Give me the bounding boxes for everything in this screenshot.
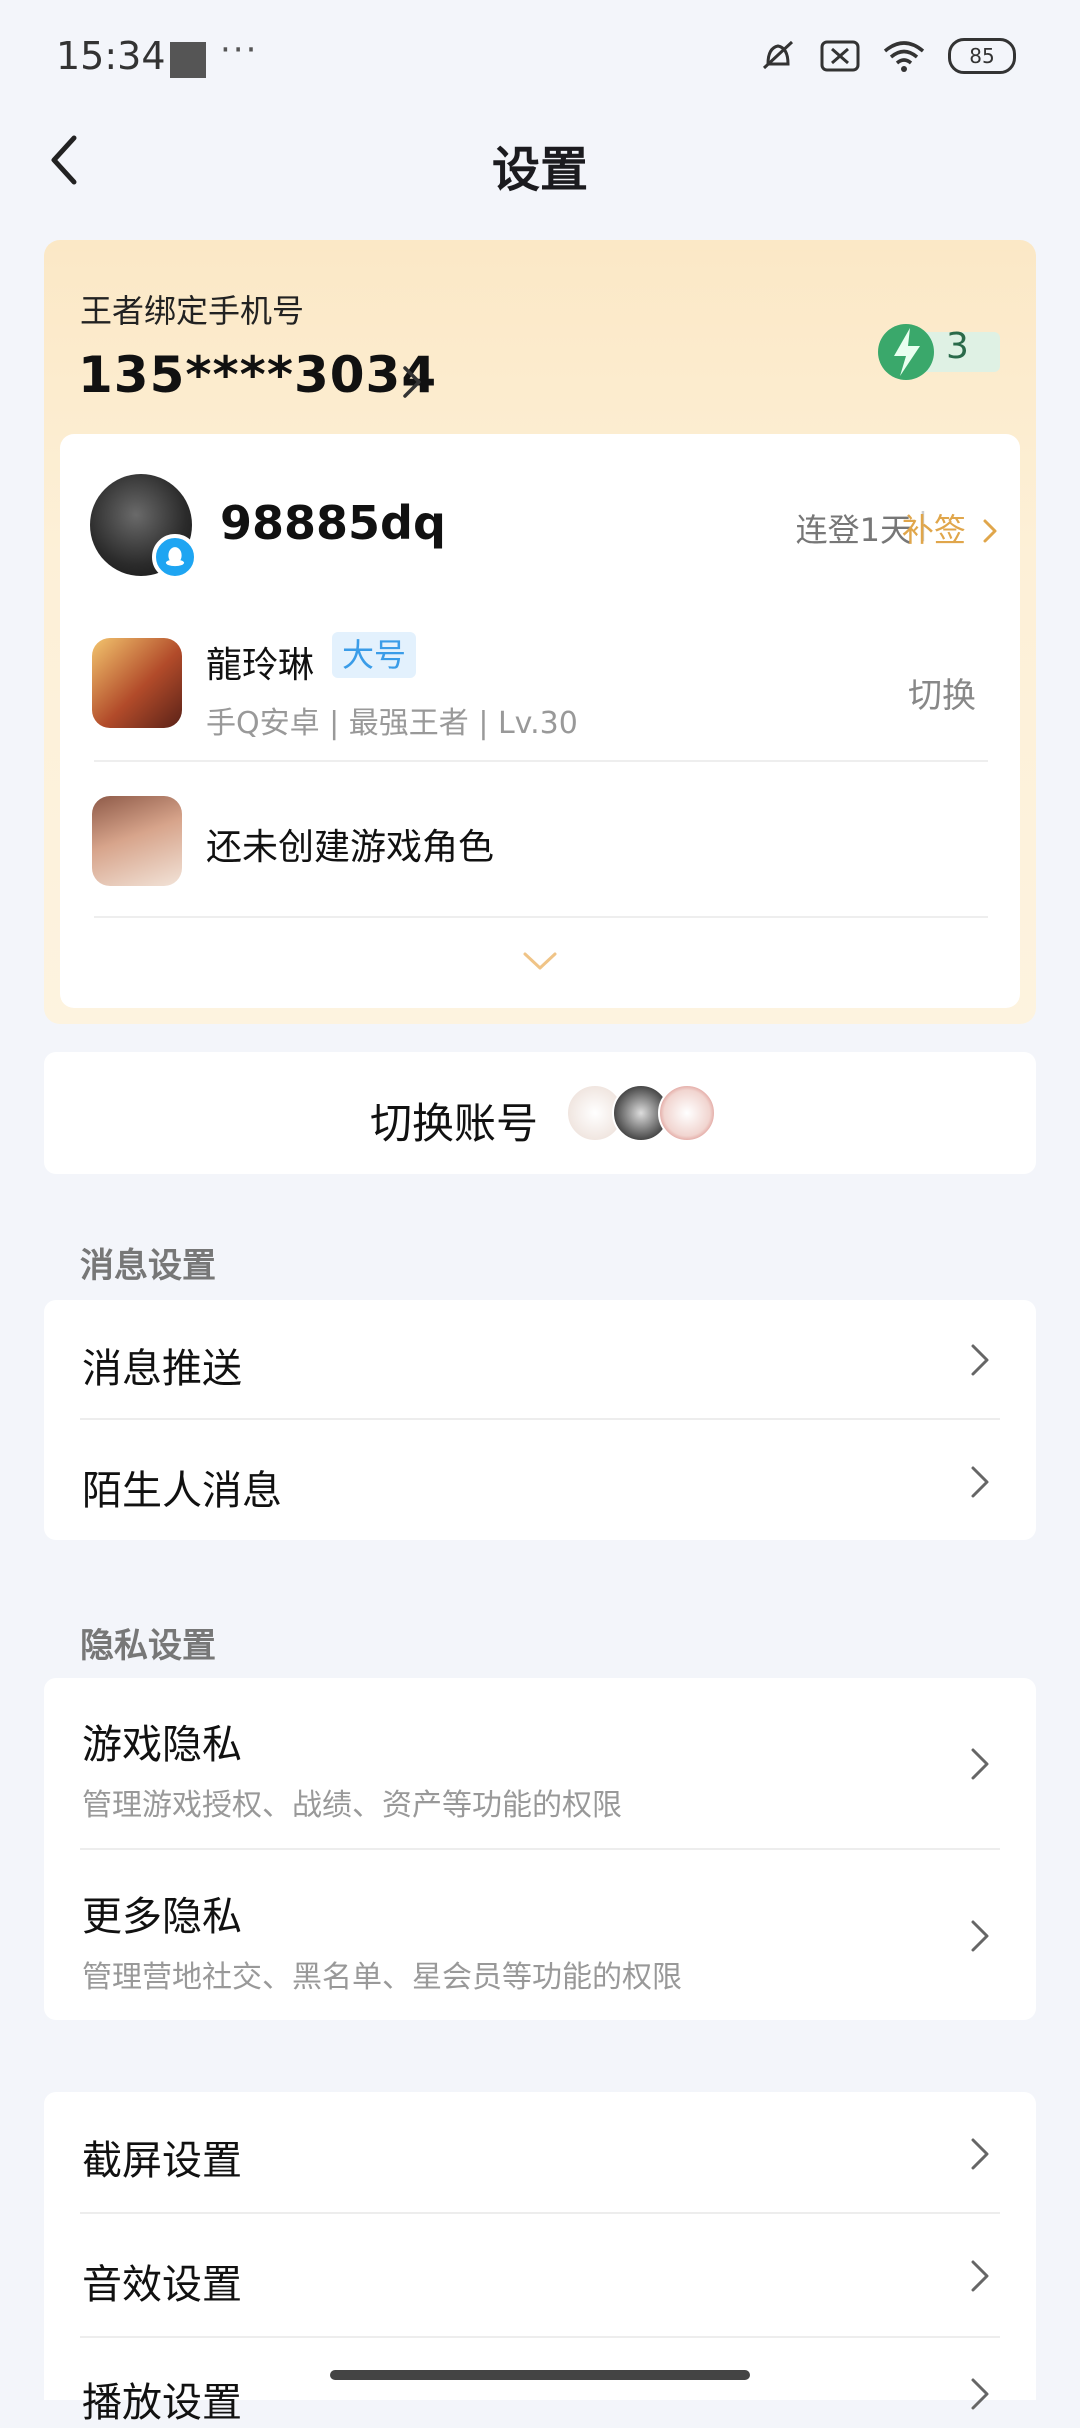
- playback-settings-label[interactable]: 播放设置: [82, 2370, 242, 2428]
- status-time: 15:34: [56, 34, 166, 78]
- game-privacy-label[interactable]: 游戏隐私: [82, 1712, 242, 1770]
- battery-icon: 85: [948, 38, 1016, 74]
- energy-count: 3: [946, 326, 969, 367]
- divider: [80, 2336, 1000, 2338]
- switch-account-label: 切换账号: [370, 1099, 539, 1148]
- chevron-right-icon: [971, 1466, 989, 1498]
- bind-phone-label: 王者绑定手机号: [80, 292, 305, 330]
- sim-off-icon: [820, 40, 860, 72]
- wifi-icon: [883, 41, 925, 72]
- role-meta: 手Q安卓 | 最强王者 | Lv.30: [206, 706, 578, 741]
- username: 98885dq: [220, 496, 446, 550]
- divider: [80, 1848, 1000, 1850]
- divider: [94, 760, 988, 762]
- switch-account-button[interactable]: [44, 1052, 1036, 1174]
- chevron-right-icon: [971, 1344, 989, 1376]
- login-streak: 连登1天: [795, 511, 912, 549]
- phone-chevron-right-icon[interactable]: [400, 362, 424, 402]
- chevron-right-icon: [971, 2378, 989, 2410]
- no-role-text[interactable]: 还未创建游戏角色: [206, 818, 494, 870]
- chevron-right-icon: [971, 1920, 989, 1952]
- switch-role-button[interactable]: 切换: [908, 668, 976, 717]
- game-icon-kings: [92, 638, 182, 728]
- more-privacy-label[interactable]: 更多隐私: [82, 1884, 242, 1942]
- energy-icon[interactable]: [872, 318, 1002, 384]
- expand-chevron-icon[interactable]: [522, 950, 558, 972]
- sound-settings-label[interactable]: 音效设置: [82, 2252, 242, 2310]
- more-privacy-desc: 管理营地社交、黑名单、星会员等功能的权限: [82, 1960, 682, 1995]
- makeup-chevron-right-icon: [983, 519, 997, 543]
- game-icon-other: [92, 796, 182, 886]
- makeup-checkin-button[interactable]: 补签: [902, 505, 998, 551]
- divider: [80, 1418, 1000, 1420]
- chevron-right-icon: [971, 2138, 989, 2170]
- bind-phone-number[interactable]: 135****3034: [78, 346, 437, 404]
- qq-icon: [152, 534, 198, 580]
- push-notifications-label[interactable]: 消息推送: [82, 1336, 242, 1394]
- makeup-checkin-label: 补签: [901, 511, 966, 549]
- more-notifications-icon: ···: [220, 30, 259, 70]
- role-name: 龍玲琳: [206, 645, 315, 686]
- chevron-right-icon: [971, 1748, 989, 1780]
- status-icons: 85: [758, 38, 1016, 74]
- divider: [94, 916, 988, 918]
- main-account-tag: 大号: [332, 632, 417, 678]
- stranger-messages-label[interactable]: 陌生人消息: [82, 1458, 282, 1516]
- page-title: 设置: [491, 142, 588, 198]
- notification-icon: [170, 42, 206, 78]
- home-indicator[interactable]: [330, 2370, 750, 2380]
- chevron-right-icon: [971, 2260, 989, 2292]
- account-avatar-3: [658, 1084, 716, 1142]
- screenshot-settings-label[interactable]: 截屏设置: [82, 2128, 242, 2186]
- mute-icon: [762, 40, 794, 70]
- divider: [80, 2212, 1000, 2214]
- message-section-title: 消息设置: [80, 1246, 216, 1286]
- privacy-section-title: 隐私设置: [80, 1626, 216, 1666]
- game-privacy-desc: 管理游戏授权、战绩、资产等功能的权限: [82, 1788, 622, 1823]
